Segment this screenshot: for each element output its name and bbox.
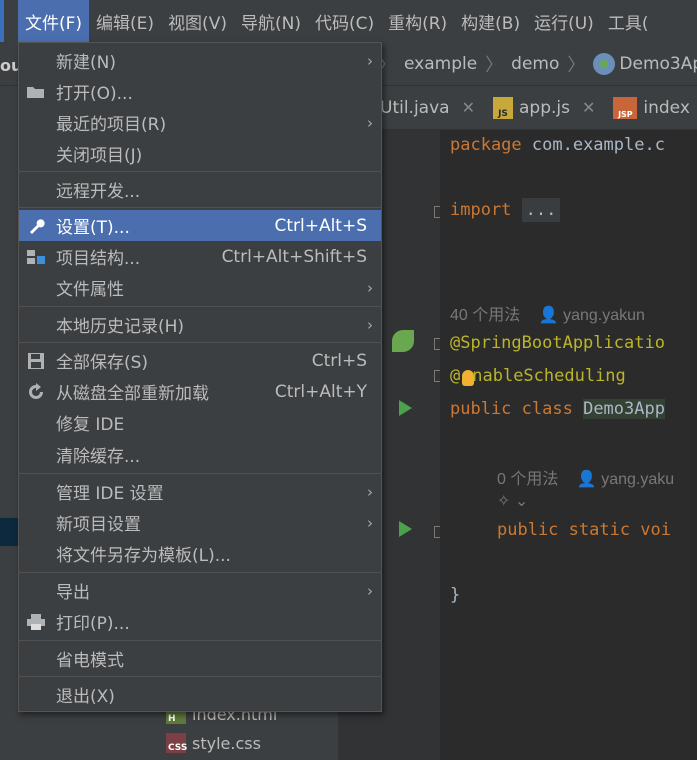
menu-bar: 文件(F) 编辑(E) 视图(V) 导航(N) 代码(C) 重构(R) 构建(B… [0,0,697,42]
code-line-annotation-springboot: @SpringBootApplicatio [450,333,665,353]
menu-item-file-properties[interactable]: 文件属性 › [19,272,381,303]
menu-item-manage-ide-settings[interactable]: 管理 IDE 设置 › [19,476,381,507]
editor-tabs: Util.java ✕ JS app.js ✕ JSP index [350,86,697,130]
menu-item-close-project[interactable]: 关闭项目(J) [19,138,381,169]
menu-item-settings[interactable]: 设置(T)... Ctrl+Alt+S [19,210,381,241]
menu-separator [19,171,381,172]
tab-index-jsp[interactable]: JSP index [613,96,690,119]
menu-item-new[interactable]: 新建(N) › [19,45,381,76]
css-file-icon: CSS [166,733,187,753]
tree-selection-highlight [0,518,20,546]
code-line-import: import ... [450,198,561,222]
menu-item-save-all[interactable]: 全部保存(S) Ctrl+S [19,345,381,376]
menu-navigate[interactable]: 导航(N) [234,0,308,42]
menu-separator [19,473,381,474]
user-icon: 👤 [576,471,597,488]
tab-label: app.js [518,97,570,118]
spring-bean-icon[interactable] [392,330,414,352]
tree-item-label: style.css [192,733,261,753]
menu-item-invalidate-caches[interactable]: 清除缓存... [19,439,381,470]
menu-item-print[interactable]: 打印(P)... [19,606,381,637]
submenu-arrow-icon: › [367,482,373,501]
menu-item-recent-projects[interactable]: 最近的项目(R) › [19,107,381,138]
menu-item-power-save-mode[interactable]: 省电模式 [19,643,381,674]
submenu-arrow-icon: › [367,581,373,600]
menu-file[interactable]: 文件(F) [18,0,90,42]
run-icon[interactable] [399,521,412,537]
jsp-file-icon: JSP [613,96,638,119]
code-editor[interactable]: package com.example.c import ... 40 个用法 … [440,130,697,760]
code-line-package: package com.example.c [450,135,665,155]
breadcrumb-item-example[interactable]: example [404,54,477,74]
close-icon[interactable]: ✕ [462,98,475,117]
tab-util-java[interactable]: Util.java ✕ [380,98,475,118]
menu-item-new-project-setup[interactable]: 新项目设置 › [19,507,381,538]
menu-edit[interactable]: 编辑(E) [89,0,161,42]
folder-icon [26,82,46,102]
breadcrumb: 〉 example 〉 demo 〉 Demo3Appl [350,42,697,86]
print-icon [26,612,46,632]
file-menu-dropdown: 新建(N) › 打开(O)... 最近的项目(R) › 关闭项目(J) 远程开发… [18,42,382,712]
submenu-arrow-icon: › [367,513,373,532]
run-icon[interactable] [399,400,412,416]
tab-label: Util.java [380,97,450,118]
code-line-annotation-scheduling: @ nableScheduling [450,366,626,386]
menu-build[interactable]: 构建(B) [454,0,527,42]
folded-imports[interactable]: ... [521,198,561,222]
chevron-right-icon: 〉 [485,54,504,76]
menu-item-remote-development[interactable]: 远程开发... [19,174,381,205]
menu-run[interactable]: 运行(U) [527,0,601,42]
menu-item-exit[interactable]: 退出(X) [19,679,381,710]
reload-icon [26,382,46,402]
save-icon [26,351,46,371]
ai-assist-icon[interactable]: ✧ ⌄ [497,491,528,511]
menu-item-export[interactable]: 导出 › [19,575,381,606]
menu-item-project-structure[interactable]: 项目结构... Ctrl+Alt+Shift+S [19,241,381,272]
submenu-arrow-icon: › [367,278,373,297]
tab-label: index [643,97,690,118]
usage-hint[interactable]: 0 个用法 👤 yang.yaku [497,465,674,489]
tree-item-style-css[interactable]: CSS style.css [166,733,261,753]
code-line-class: public class Demo3App [450,399,665,419]
menu-separator [19,572,381,573]
menu-separator [19,342,381,343]
wrench-icon [26,216,46,236]
submenu-arrow-icon: › [367,51,373,70]
menu-bar-left-edge [0,0,18,42]
breadcrumb-item-class[interactable]: Demo3Appl [593,52,697,75]
menu-item-save-as-template[interactable]: 将文件另存为模板(L)... [19,538,381,569]
spring-class-icon [593,52,616,75]
chevron-right-icon: 〉 [567,54,586,76]
menu-separator [19,640,381,641]
menu-item-open[interactable]: 打开(O)... [19,76,381,107]
user-icon: 👤 [538,307,559,324]
project-structure-icon [26,247,46,267]
js-file-icon: JS [492,96,513,119]
tab-app-js[interactable]: JS app.js ✕ [492,96,595,119]
code-line-main-method: public static voi [497,520,671,540]
menu-item-reload-from-disk[interactable]: 从磁盘全部重新加载 Ctrl+Alt+Y [19,376,381,407]
submenu-arrow-icon: › [367,113,373,132]
menu-item-repair-ide[interactable]: 修复 IDE [19,407,381,438]
submenu-arrow-icon: › [367,315,373,334]
menu-tools[interactable]: 工具( [601,0,656,42]
breadcrumb-class-label: Demo3Appl [619,53,697,74]
breadcrumb-item-demo[interactable]: demo [511,54,559,74]
code-line-closing-brace: } [450,585,461,605]
menu-refactor[interactable]: 重构(R) [381,0,454,42]
menu-code[interactable]: 代码(C) [308,0,381,42]
close-icon[interactable]: ✕ [582,98,595,117]
menu-view[interactable]: 视图(V) [161,0,234,42]
usage-hint[interactable]: 40 个用法 👤 yang.yakun [450,301,645,325]
menu-separator [19,207,381,208]
menu-item-local-history[interactable]: 本地历史记录(H) › [19,309,381,340]
menu-separator [19,676,381,677]
menu-separator [19,306,381,307]
